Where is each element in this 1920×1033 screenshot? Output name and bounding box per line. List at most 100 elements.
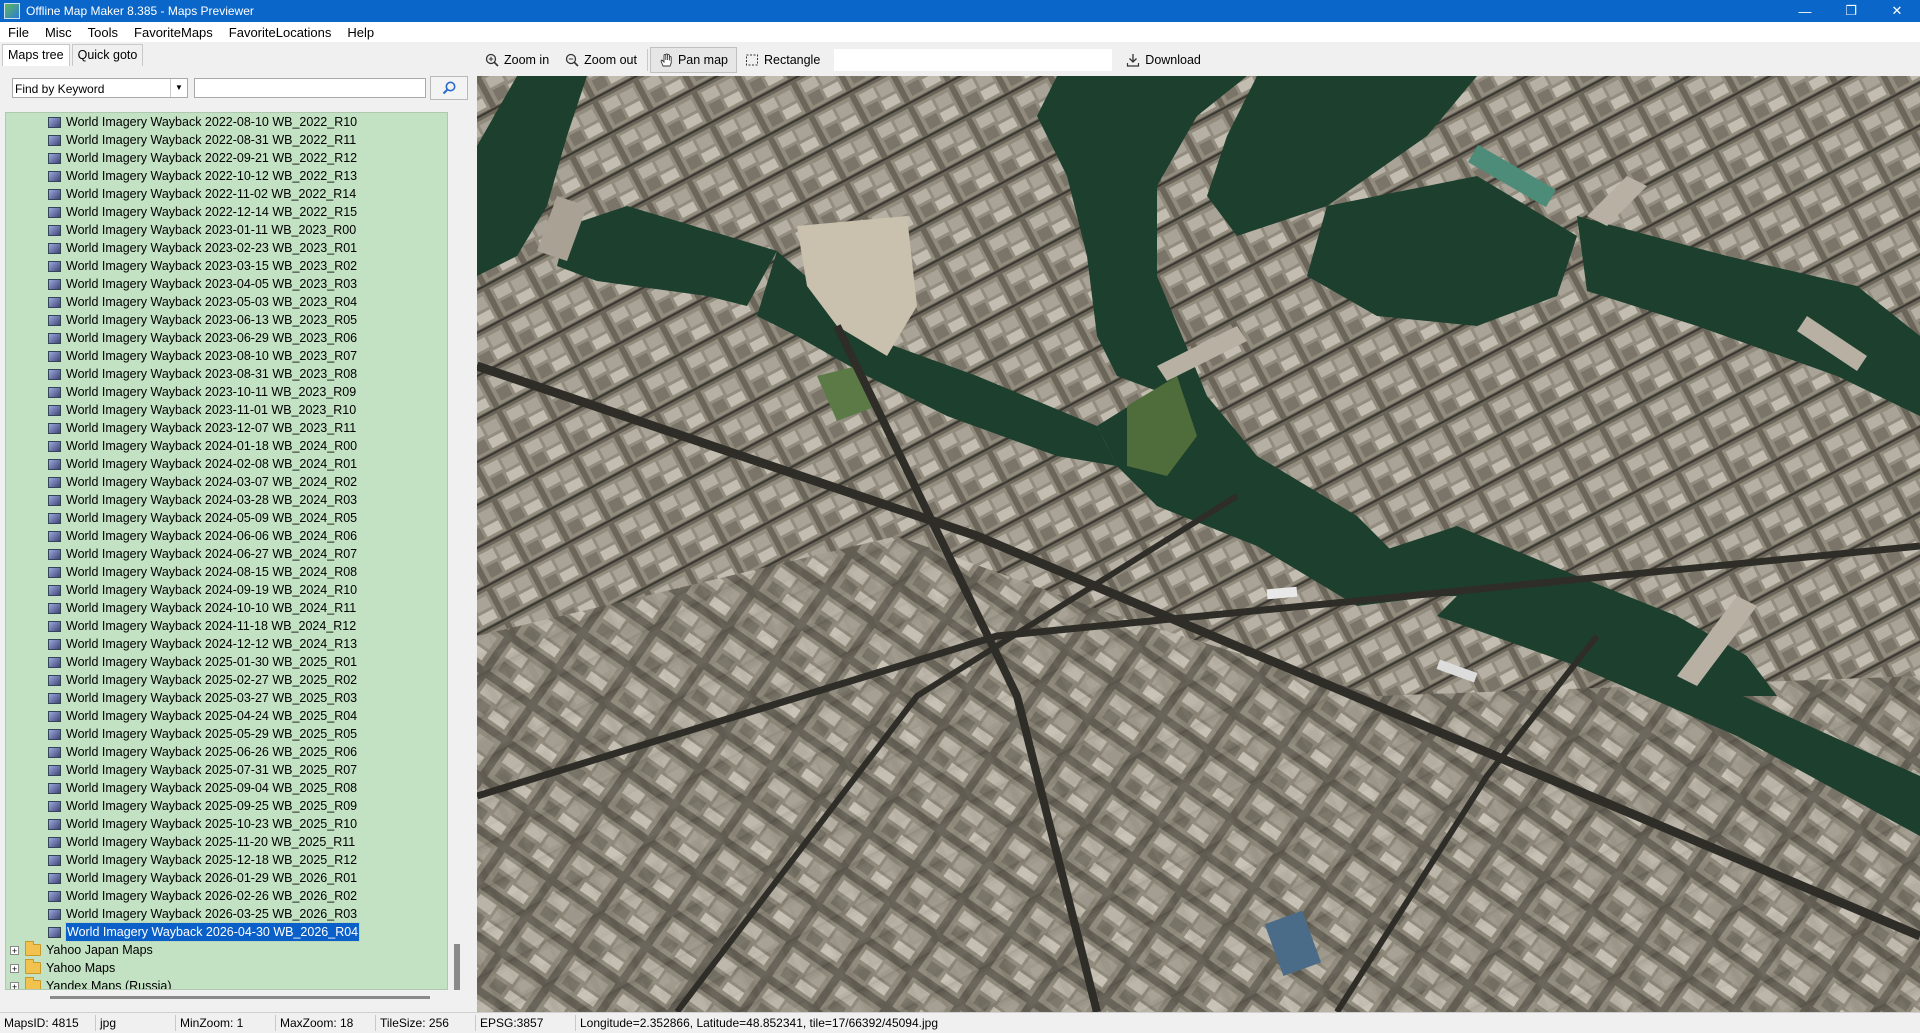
tree-map-item[interactable]: World Imagery Wayback 2026-03-25 WB_2026… — [48, 905, 357, 923]
map-layer-icon — [48, 296, 61, 308]
tree-map-item[interactable]: World Imagery Wayback 2022-12-14 WB_2022… — [48, 203, 357, 221]
tree-map-item[interactable]: World Imagery Wayback 2023-03-15 WB_2023… — [48, 257, 357, 275]
tree-folder-item[interactable]: + Yahoo Japan Maps — [10, 941, 153, 959]
tree-map-item[interactable]: World Imagery Wayback 2022-09-21 WB_2022… — [48, 149, 357, 167]
tree-map-item[interactable]: World Imagery Wayback 2023-01-11 WB_2023… — [48, 221, 356, 239]
tree-map-item[interactable]: World Imagery Wayback 2023-02-23 WB_2023… — [48, 239, 357, 257]
expand-icon[interactable]: + — [10, 981, 19, 989]
tree-map-item[interactable]: World Imagery Wayback 2025-09-25 WB_2025… — [48, 797, 357, 815]
tree-map-item[interactable]: World Imagery Wayback 2024-09-19 WB_2024… — [48, 581, 357, 599]
map-layer-icon — [48, 368, 61, 380]
tree-map-label: World Imagery Wayback 2025-10-23 WB_2025… — [66, 817, 358, 831]
tree-map-item[interactable]: World Imagery Wayback 2024-01-18 WB_2024… — [48, 437, 357, 455]
tree-map-item[interactable]: World Imagery Wayback 2025-05-29 WB_2025… — [48, 725, 357, 743]
menu-favoritelocations[interactable]: FavoriteLocations — [221, 25, 340, 40]
status-position: Longitude=2.352866, Latitude=48.852341, … — [580, 1016, 938, 1030]
rectangle-button[interactable]: Rectangle — [737, 48, 828, 72]
map-layer-icon — [48, 440, 61, 452]
map-view[interactable] — [477, 76, 1920, 1012]
menu-misc[interactable]: Misc — [37, 25, 80, 40]
tree-map-item[interactable]: World Imagery Wayback 2025-06-26 WB_2025… — [48, 743, 357, 761]
tree-map-item[interactable]: World Imagery Wayback 2025-02-27 WB_2025… — [48, 671, 357, 689]
tree-map-item[interactable]: World Imagery Wayback 2025-04-24 WB_2025… — [48, 707, 357, 725]
tree-map-item[interactable]: World Imagery Wayback 2025-11-20 WB_2025… — [48, 833, 355, 851]
tree-map-item[interactable]: World Imagery Wayback 2026-01-29 WB_2026… — [48, 869, 357, 887]
download-button[interactable]: Download — [1118, 48, 1209, 72]
tree-map-item[interactable]: World Imagery Wayback 2023-12-07 WB_2023… — [48, 419, 356, 437]
scroll-thumb[interactable] — [50, 996, 430, 999]
tree-horizontal-scrollbar[interactable] — [5, 990, 448, 1004]
tree-map-item[interactable]: World Imagery Wayback 2022-10-12 WB_2022… — [48, 167, 357, 185]
map-layer-icon — [48, 134, 61, 146]
tree-map-item[interactable]: World Imagery Wayback 2022-08-31 WB_2022… — [48, 131, 356, 149]
tree-map-item[interactable]: World Imagery Wayback 2025-07-31 WB_2025… — [48, 761, 357, 779]
tree-vertical-scrollbar[interactable] — [450, 114, 464, 990]
tree-map-item[interactable]: World Imagery Wayback 2024-03-28 WB_2024… — [48, 491, 357, 509]
tree-map-item[interactable]: World Imagery Wayback 2022-08-10 WB_2022… — [48, 113, 357, 131]
tree-map-item[interactable]: World Imagery Wayback 2025-09-04 WB_2025… — [48, 779, 357, 797]
tree-folder-item[interactable]: + Yahoo Maps — [10, 959, 115, 977]
tree-map-item[interactable]: World Imagery Wayback 2024-06-27 WB_2024… — [48, 545, 357, 563]
tree-map-label: World Imagery Wayback 2025-07-31 WB_2025… — [66, 763, 358, 777]
tree-map-item[interactable]: World Imagery Wayback 2022-11-02 WB_2022… — [48, 185, 356, 203]
find-button[interactable] — [430, 76, 468, 100]
find-mode-dropdown[interactable]: Find by Keyword ▼ — [12, 78, 188, 98]
tree-map-label: World Imagery Wayback 2024-06-06 WB_2024… — [66, 529, 358, 543]
menu-tools[interactable]: Tools — [80, 25, 126, 40]
restore-icon[interactable]: ❐ — [1828, 0, 1874, 22]
close-icon[interactable]: ✕ — [1874, 0, 1920, 22]
tree-map-item[interactable]: World Imagery Wayback 2025-03-27 WB_2025… — [48, 689, 357, 707]
map-layer-icon — [48, 458, 61, 470]
scroll-thumb[interactable] — [454, 944, 460, 990]
tree-map-item[interactable]: World Imagery Wayback 2024-10-10 WB_2024… — [48, 599, 356, 617]
title-bar: Offline Map Maker 8.385 - Maps Previewer… — [0, 0, 1920, 22]
tree-folder-item[interactable]: + Yandex Maps (Russia) — [10, 977, 172, 989]
tree-map-label: World Imagery Wayback 2025-12-18 WB_2025… — [66, 853, 358, 867]
map-layer-icon — [48, 746, 61, 758]
map-layer-icon — [48, 314, 61, 326]
tree-map-item[interactable]: World Imagery Wayback 2024-08-15 WB_2024… — [48, 563, 357, 581]
menu-file[interactable]: File — [0, 25, 37, 40]
menu-help[interactable]: Help — [339, 25, 382, 40]
tree-map-item[interactable]: World Imagery Wayback 2025-12-18 WB_2025… — [48, 851, 357, 869]
zoom-in-button[interactable]: Zoom in — [477, 48, 557, 72]
tree-map-item[interactable]: World Imagery Wayback 2026-02-26 WB_2026… — [48, 887, 357, 905]
tree-map-item[interactable]: World Imagery Wayback 2024-02-08 WB_2024… — [48, 455, 357, 473]
tree-map-item[interactable]: World Imagery Wayback 2023-08-31 WB_2023… — [48, 365, 357, 383]
tree-map-item[interactable]: World Imagery Wayback 2024-12-12 WB_2024… — [48, 635, 357, 653]
expand-icon[interactable]: + — [10, 963, 19, 973]
tree-map-item[interactable]: World Imagery Wayback 2024-06-06 WB_2024… — [48, 527, 357, 545]
tree-map-item[interactable]: World Imagery Wayback 2023-05-03 WB_2023… — [48, 293, 357, 311]
tree-map-item[interactable]: World Imagery Wayback 2024-05-09 WB_2024… — [48, 509, 357, 527]
tree-map-item[interactable]: World Imagery Wayback 2023-08-10 WB_2023… — [48, 347, 357, 365]
map-toolbar: Zoom in Zoom out Pan map Rectangle Downl… — [477, 46, 1920, 74]
tree-map-item[interactable]: World Imagery Wayback 2023-06-29 WB_2023… — [48, 329, 357, 347]
tree-map-item[interactable]: World Imagery Wayback 2026-04-30 WB_2026… — [48, 922, 361, 942]
expand-icon[interactable]: + — [10, 945, 19, 955]
tree-map-item[interactable]: World Imagery Wayback 2023-04-05 WB_2023… — [48, 275, 357, 293]
find-input[interactable] — [194, 78, 426, 98]
map-layer-icon — [48, 512, 61, 524]
pan-map-button[interactable]: Pan map — [649, 47, 737, 73]
tree-map-item[interactable]: World Imagery Wayback 2025-10-23 WB_2025… — [48, 815, 357, 833]
tab-maps-tree[interactable]: Maps tree — [2, 44, 70, 66]
rectangle-label: Rectangle — [764, 53, 821, 67]
map-layer-icon — [48, 872, 61, 884]
tab-quick-goto[interactable]: Quick goto — [71, 44, 144, 66]
toolbar-divider — [646, 49, 648, 71]
tree-map-item[interactable]: World Imagery Wayback 2023-10-11 WB_2023… — [48, 383, 356, 401]
menu-favoritemaps[interactable]: FavoriteMaps — [126, 25, 221, 40]
find-row: Find by Keyword ▼ — [12, 76, 468, 102]
map-layer-icon — [48, 638, 61, 650]
zoom-out-button[interactable]: Zoom out — [557, 48, 645, 72]
tree-map-item[interactable]: World Imagery Wayback 2023-06-13 WB_2023… — [48, 311, 357, 329]
tree-map-item[interactable]: World Imagery Wayback 2025-01-30 WB_2025… — [48, 653, 357, 671]
tree-map-item[interactable]: World Imagery Wayback 2024-11-18 WB_2024… — [48, 617, 356, 635]
minimize-icon[interactable]: — — [1782, 0, 1828, 22]
tree-map-label: World Imagery Wayback 2024-03-07 WB_2024… — [66, 475, 358, 489]
tree-map-item[interactable]: World Imagery Wayback 2024-03-07 WB_2024… — [48, 473, 357, 491]
tree-map-item[interactable]: World Imagery Wayback 2023-11-01 WB_2023… — [48, 401, 356, 419]
map-layer-icon — [48, 170, 61, 182]
tree-map-label: World Imagery Wayback 2023-04-05 WB_2023… — [66, 277, 358, 291]
chevron-down-icon[interactable]: ▼ — [170, 79, 187, 97]
